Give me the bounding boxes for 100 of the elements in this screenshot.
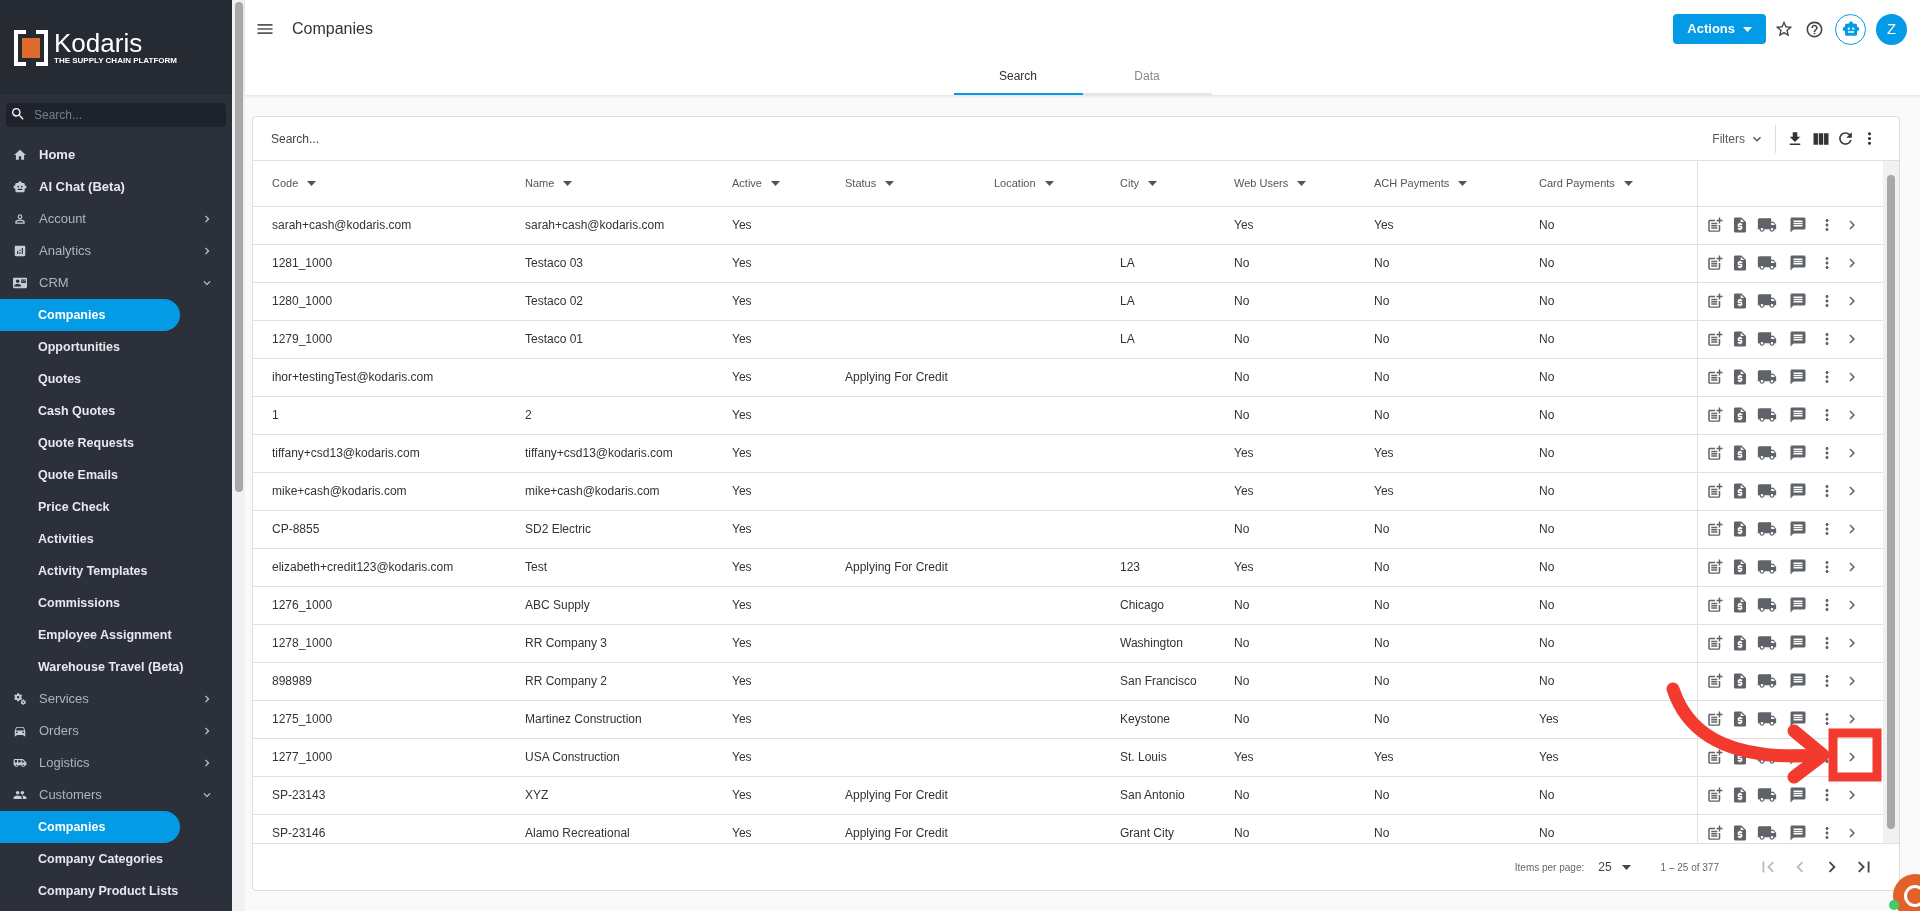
table-cell-text: ABC Supply xyxy=(525,597,591,615)
table-cell-text: San Antonio xyxy=(1120,787,1186,805)
page-size-select[interactable]: 25 xyxy=(1598,858,1631,876)
table-cell-text: LA xyxy=(1120,293,1136,311)
table-cell-text: No xyxy=(1374,673,1391,691)
table-cell-text: No xyxy=(1374,597,1391,615)
table-cell-text: USA Construction xyxy=(525,749,621,767)
table-cell-text: No xyxy=(1234,635,1251,653)
table-cell-text: elizabeth+credit123@kodaris.com xyxy=(272,559,455,577)
table-cell-text: mike+cash@kodaris.com xyxy=(272,483,408,501)
table-cell-text: Yes xyxy=(732,825,753,843)
column-header[interactable]: City xyxy=(1120,175,1234,192)
table-cell-text: Yes xyxy=(1234,445,1255,463)
table-cell-text: 1279_1000 xyxy=(272,331,334,349)
table-cell-text: No xyxy=(1374,331,1391,349)
table-cell-text: Applying For Credit xyxy=(845,825,949,843)
logo-tagline: THE SUPPLY CHAIN PLATFORM xyxy=(54,56,177,65)
column-header[interactable]: ACH Payments xyxy=(1374,175,1539,192)
sidebar-group[interactable]: Logistics xyxy=(0,747,232,779)
table-cell-text: No xyxy=(1234,711,1251,729)
sidebar-subitem[interactable]: Cash Quotes xyxy=(0,395,180,427)
table-cell-text: tiffany+csd13@kodaris.com xyxy=(272,445,421,463)
table-cell-text: Yes xyxy=(732,635,753,653)
column-header[interactable]: Card Payments xyxy=(1539,175,1697,192)
table-cell-text: Applying For Credit xyxy=(845,559,949,577)
sidebar-subitem[interactable]: Quotes xyxy=(0,363,180,395)
sidebar-subitem[interactable]: Company Categories xyxy=(0,843,180,875)
table-cell-text: No xyxy=(1539,445,1556,463)
table-cell-text: LA xyxy=(1120,331,1136,349)
table-cell-text: No xyxy=(1374,635,1391,653)
tab[interactable]: Search xyxy=(953,58,1083,95)
table-cell-text: Yes xyxy=(732,331,753,349)
table-cell-text: XYZ xyxy=(525,787,550,805)
table-cell-text: No xyxy=(1234,597,1251,615)
table-cell-text: 1280_1000 xyxy=(272,293,334,311)
table-cell-text: Yes xyxy=(732,597,753,615)
table-cell-text: No xyxy=(1539,559,1556,577)
sidebar-subitem[interactable]: Commissions xyxy=(0,587,180,619)
sidebar-subitem[interactable]: Activity Templates xyxy=(0,555,180,587)
table-cell-text: Test xyxy=(525,559,548,577)
table-cell-text: No xyxy=(1539,293,1556,311)
table-cell-text: No xyxy=(1539,635,1556,653)
table-cell-text: No xyxy=(1234,787,1251,805)
table-cell-text: No xyxy=(1539,331,1556,349)
column-header[interactable]: Location xyxy=(994,175,1120,192)
table-cell-text: Yes xyxy=(1374,483,1395,501)
table-cell-text: tiffany+csd13@kodaris.com xyxy=(525,445,674,463)
sidebar-subitem[interactable]: Opportunities xyxy=(0,331,180,363)
column-header[interactable]: Web Users xyxy=(1234,175,1374,192)
sidebar-item[interactable]: AI Chat (Beta) xyxy=(0,171,232,203)
table-cell-text: Yes xyxy=(1374,445,1395,463)
column-header[interactable]: Active xyxy=(732,175,845,192)
sidebar-group[interactable]: Account xyxy=(0,203,232,235)
sidebar-subitem[interactable]: Employee Assignment xyxy=(0,619,180,651)
table-cell-text: No xyxy=(1234,293,1251,311)
table-cell-text: Yes xyxy=(732,673,753,691)
sidebar-group[interactable]: CRM xyxy=(0,267,232,299)
filters-button[interactable]: Filters xyxy=(1712,124,1776,153)
table-cell-text: No xyxy=(1234,407,1251,425)
table-cell-text: ihor+testingTest@kodaris.com xyxy=(272,369,435,387)
table-cell-text: Yes xyxy=(732,255,753,273)
sidebar-group[interactable]: Customers xyxy=(0,779,232,811)
table-cell-text: Testaco 01 xyxy=(525,331,585,349)
sidebar-subitem[interactable]: Company Product Lists xyxy=(0,875,180,907)
table-cell-text: SP-23146 xyxy=(272,825,327,843)
table-cell-text: Yes xyxy=(732,749,753,767)
table-cell-text: sarah+cash@kodaris.com xyxy=(525,217,666,235)
table-cell-text: Yes xyxy=(1234,559,1255,577)
table-cell-text: Applying For Credit xyxy=(845,787,949,805)
table-cell-text: No xyxy=(1234,521,1251,539)
sidebar-subitem[interactable]: Activities xyxy=(0,523,180,555)
table-cell-text: St. Louis xyxy=(1120,749,1168,767)
column-header[interactable]: Name xyxy=(525,175,732,192)
table-cell-text: No xyxy=(1234,673,1251,691)
table-cell-text: Yes xyxy=(1374,749,1395,767)
sidebar-group[interactable]: Services xyxy=(0,683,232,715)
table-cell-text: 898989 xyxy=(272,673,314,691)
sidebar-subitem[interactable]: Quote Requests xyxy=(0,427,180,459)
sidebar-item[interactable]: Home xyxy=(0,139,232,171)
table-cell-text: Yes xyxy=(732,445,753,463)
table-search-field[interactable]: Search... xyxy=(271,129,1713,148)
sidebar-group[interactable]: Orders xyxy=(0,715,232,747)
column-header[interactable]: Status xyxy=(845,175,994,192)
column-header[interactable]: Code xyxy=(272,175,525,192)
table-cell-text: No xyxy=(1539,521,1556,539)
table-cell-text: LA xyxy=(1120,255,1136,273)
sidebar-subitem[interactable]: Quote Emails xyxy=(0,459,180,491)
sidebar-subitem[interactable]: Price Check xyxy=(0,491,180,523)
table-cell-text: No xyxy=(1374,293,1391,311)
sidebar-group[interactable]: Analytics xyxy=(0,235,232,267)
page-title: Companies xyxy=(292,19,374,39)
tab[interactable]: Data xyxy=(1082,58,1212,95)
table-cell-text: 1278_1000 xyxy=(272,635,334,653)
table-cell-text: No xyxy=(1539,407,1556,425)
table-cell-text: Yes xyxy=(732,559,753,577)
sidebar-search-field[interactable]: Search... xyxy=(6,103,226,127)
table-cell-text: No xyxy=(1539,255,1556,273)
table-cell-text: Yes xyxy=(732,787,753,805)
table-cell-text: No xyxy=(1374,521,1391,539)
table-cell-text: No xyxy=(1234,331,1251,349)
